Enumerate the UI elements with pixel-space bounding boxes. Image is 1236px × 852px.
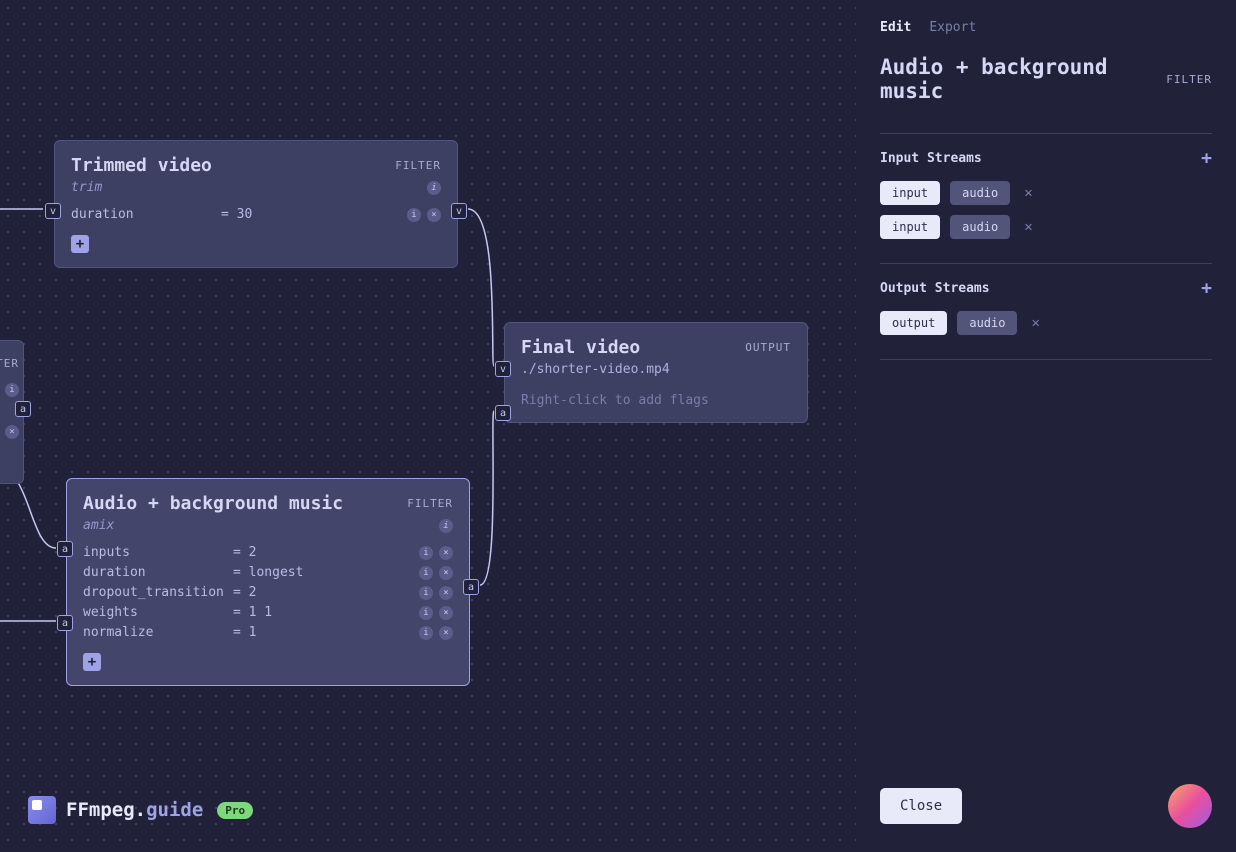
node-title: Trimmed video	[71, 155, 212, 176]
param-name: weights	[83, 603, 233, 623]
info-icon[interactable]: i	[427, 181, 441, 195]
divider	[880, 359, 1212, 360]
delete-icon[interactable]: ×	[5, 425, 19, 439]
divider	[880, 133, 1212, 134]
edges-layer	[0, 0, 856, 852]
info-icon[interactable]: i	[419, 566, 433, 580]
delete-icon[interactable]: ×	[439, 626, 453, 640]
stream-kind-pill[interactable]: input	[880, 181, 940, 205]
param-row: duration = 30 i ×	[71, 205, 441, 225]
node-canvas[interactable]: TER i a × v v Trimmed video FILTER trim …	[0, 0, 856, 852]
output-streams-label: Output Streams	[880, 281, 990, 296]
info-icon[interactable]: i	[419, 606, 433, 620]
stream-row: input audio ✕	[880, 181, 1212, 205]
delete-icon[interactable]: ×	[439, 586, 453, 600]
tab-edit[interactable]: Edit	[880, 20, 911, 35]
node-tag: OUTPUT	[745, 341, 791, 354]
stream-row: input audio ✕	[880, 215, 1212, 239]
info-icon[interactable]: i	[419, 546, 433, 560]
param-value: = 1 1	[233, 603, 419, 623]
output-hint: Right-click to add flags	[521, 393, 791, 408]
stream-type-pill[interactable]: audio	[950, 215, 1010, 239]
brand-text-a: FFmpeg.	[66, 799, 146, 821]
port-audio-in-2[interactable]: a	[57, 615, 73, 631]
close-button[interactable]: Close	[880, 788, 962, 824]
port-audio-out[interactable]: a	[15, 401, 31, 417]
port-audio-out[interactable]: a	[463, 579, 479, 595]
info-icon[interactable]: i	[5, 383, 19, 397]
remove-stream-button[interactable]: ✕	[1027, 315, 1043, 331]
delete-icon[interactable]: ×	[427, 208, 441, 222]
stream-type-pill[interactable]: audio	[957, 311, 1017, 335]
param-row: normalize= 1i ×	[83, 623, 453, 643]
add-output-stream-button[interactable]: +	[1201, 278, 1212, 299]
pro-badge: Pro	[217, 802, 253, 819]
node-output[interactable]: v a Final video OUTPUT ./shorter-video.m…	[504, 322, 808, 423]
port-audio-in-1[interactable]: a	[57, 541, 73, 557]
param-name: normalize	[83, 623, 233, 643]
remove-stream-button[interactable]: ✕	[1020, 219, 1036, 235]
delete-icon[interactable]: ×	[439, 546, 453, 560]
sidebar-tabs: Edit Export	[880, 20, 1212, 35]
port-video-in[interactable]: v	[495, 361, 511, 377]
delete-icon[interactable]: ×	[439, 606, 453, 620]
brand-text-b: guide	[146, 799, 203, 821]
param-name: inputs	[83, 543, 233, 563]
param-value: = 1	[233, 623, 419, 643]
param-value: = 2	[233, 583, 419, 603]
port-video-out[interactable]: v	[451, 203, 467, 219]
param-value: = longest	[233, 563, 419, 583]
node-tag: FILTER	[407, 497, 453, 510]
param-row: duration= longesti ×	[83, 563, 453, 583]
node-tag: FILTER	[395, 159, 441, 172]
chat-bubble[interactable]	[1168, 784, 1212, 828]
node-filter-name: trim	[71, 180, 102, 195]
port-audio-in[interactable]: a	[495, 405, 511, 421]
divider	[880, 263, 1212, 264]
logo-icon	[28, 796, 56, 824]
info-icon[interactable]: i	[407, 208, 421, 222]
input-streams-label: Input Streams	[880, 151, 982, 166]
stream-kind-pill[interactable]: input	[880, 215, 940, 239]
node-filter-name: amix	[83, 518, 114, 533]
brand: FFmpeg.guide Pro	[28, 796, 253, 824]
info-icon[interactable]: i	[419, 586, 433, 600]
add-param-button[interactable]: +	[83, 653, 101, 671]
stream-row: output audio ✕	[880, 311, 1212, 335]
param-value: = 2	[233, 543, 419, 563]
node-trim[interactable]: v v Trimmed video FILTER trim i duration…	[54, 140, 458, 268]
sidebar: Edit Export Audio + background music FIL…	[856, 0, 1236, 852]
node-amix[interactable]: a a a Audio + background music FILTER am…	[66, 478, 470, 686]
panel-tag: FILTER	[1166, 73, 1212, 86]
stream-kind-pill[interactable]: output	[880, 311, 947, 335]
node-title: Audio + background music	[83, 493, 343, 514]
panel-title: Audio + background music	[880, 55, 1166, 103]
node-title: Final video	[521, 337, 640, 358]
param-row: weights= 1 1i ×	[83, 603, 453, 623]
add-input-stream-button[interactable]: +	[1201, 148, 1212, 169]
param-value: = 30	[221, 205, 407, 225]
param-name: dropout_transition	[83, 583, 233, 603]
param-row: dropout_transition= 2i ×	[83, 583, 453, 603]
output-path: ./shorter-video.mp4	[521, 362, 670, 377]
delete-icon[interactable]: ×	[439, 566, 453, 580]
partial-tag: TER	[0, 357, 19, 370]
remove-stream-button[interactable]: ✕	[1020, 185, 1036, 201]
port-video-in[interactable]: v	[45, 203, 61, 219]
stream-type-pill[interactable]: audio	[950, 181, 1010, 205]
tab-export[interactable]: Export	[929, 20, 976, 35]
param-name: duration	[71, 205, 221, 225]
info-icon[interactable]: i	[439, 519, 453, 533]
partial-node[interactable]: TER i a ×	[0, 340, 24, 484]
param-row: inputs= 2i ×	[83, 543, 453, 563]
param-name: duration	[83, 563, 233, 583]
info-icon[interactable]: i	[419, 626, 433, 640]
add-param-button[interactable]: +	[71, 235, 89, 253]
